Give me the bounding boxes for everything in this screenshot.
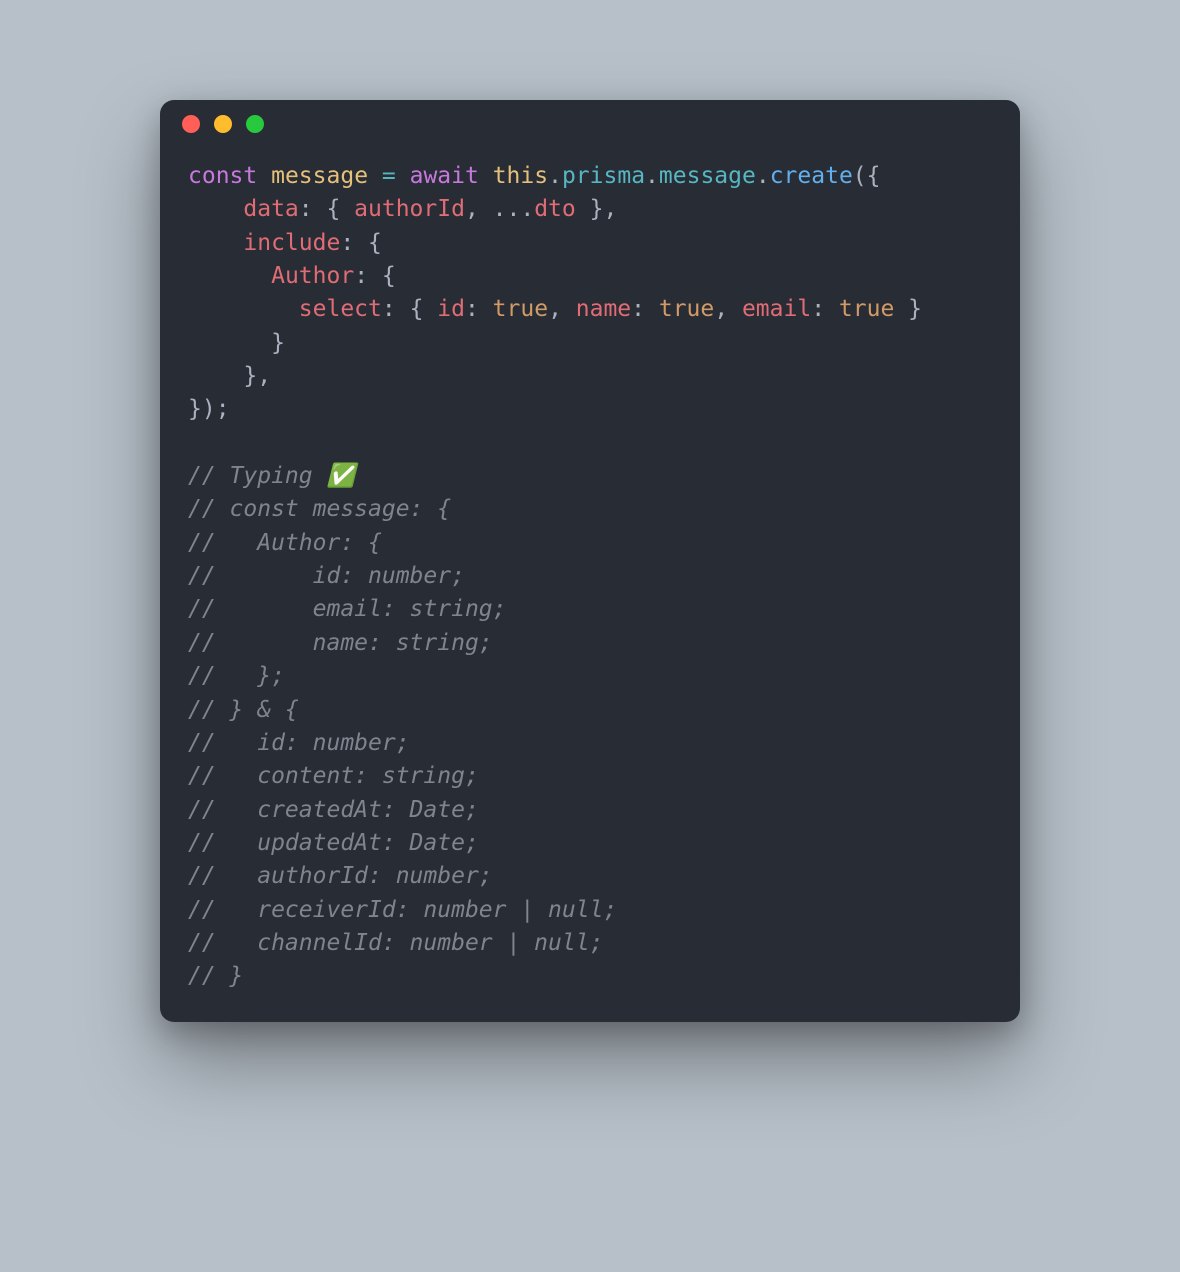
comment-line: // id: number; [188,730,410,756]
indent [188,230,243,256]
comment-line: // receiverId: number | null; [188,897,617,923]
operator-equals: = [368,163,410,189]
prop-prisma: prisma [562,163,645,189]
prop-id: id [437,296,465,322]
canvas: const message = await this.prisma.messag… [0,0,1180,1272]
close-brace: } [271,330,285,356]
close-brace: } [894,296,922,322]
spread: ... [493,196,535,222]
indent [188,196,243,222]
comment-line: // name: string; [188,630,493,656]
colon-brace: : { [299,196,354,222]
indent [188,330,271,356]
close-call: }); [188,396,230,422]
colon-brace: : { [340,230,382,256]
close-brace-comma: }, [243,363,271,389]
close-brace-comma: }, [576,196,618,222]
dot: . [548,163,562,189]
fn-create: create [770,163,853,189]
prop-author: Author [271,263,354,289]
prop-email: email [742,296,811,322]
space [257,163,271,189]
comma: , [548,296,576,322]
prop-dto: dto [534,196,576,222]
prop-include: include [243,230,340,256]
keyword-this: this [493,163,548,189]
comment-line: // }; [188,663,285,689]
maximize-icon[interactable] [246,115,264,133]
code-window: const message = await this.prisma.messag… [160,100,1020,1022]
comment-line: // } [188,963,243,989]
comment-line: // channelId: number | null; [188,930,603,956]
indent [188,263,271,289]
comment-line: // authorId: number; [188,863,493,889]
colon-brace: : { [354,263,396,289]
keyword-const: const [188,163,257,189]
comment-line: // id: number; [188,563,465,589]
colon: : [631,296,659,322]
indent [188,363,243,389]
comment-line: // const message: { [188,496,451,522]
prop-select: select [299,296,382,322]
bool-true: true [839,296,894,322]
open-call: ({ [853,163,881,189]
var-message: message [271,163,368,189]
bool-true: true [659,296,714,322]
space [479,163,493,189]
comma: , [714,296,742,322]
colon: : [465,296,493,322]
comment-line: // email: string; [188,596,507,622]
colon: : [811,296,839,322]
comment-line: // } & { [188,697,299,723]
minimize-icon[interactable] [214,115,232,133]
prop-message: message [659,163,756,189]
bool-true: true [493,296,548,322]
comment-line: // content: string; [188,763,479,789]
comment-line: // updatedAt: Date; [188,830,479,856]
comment-line: // Typing ✅ [188,463,355,489]
prop-authorId: authorId [354,196,465,222]
colon-brace: : { [382,296,437,322]
code-block: const message = await this.prisma.messag… [160,148,1020,1022]
comma: , [465,196,493,222]
close-icon[interactable] [182,115,200,133]
indent [188,296,299,322]
window-titlebar [160,100,1020,148]
keyword-await: await [410,163,479,189]
comment-line: // Author: { [188,530,382,556]
dot: . [645,163,659,189]
dot: . [756,163,770,189]
prop-name: name [576,296,631,322]
prop-data: data [243,196,298,222]
comment-line: // createdAt: Date; [188,797,479,823]
